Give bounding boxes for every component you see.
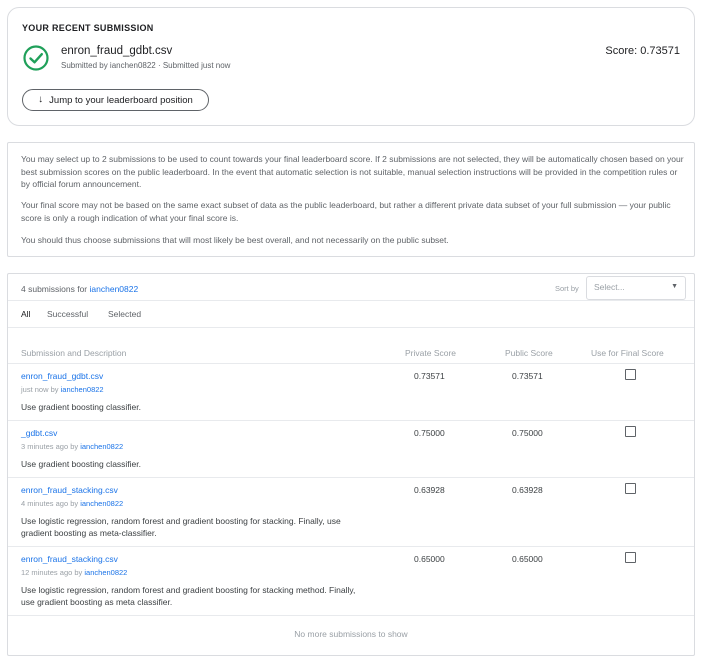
submission-file-link[interactable]: enron_fraud_gdbt.csv (21, 371, 103, 381)
private-score: 0.75000 (414, 428, 445, 438)
submission-file-link[interactable]: enron_fraud_stacking.csv (21, 554, 118, 564)
submission-user-link[interactable]: ianchen0822 (80, 442, 123, 451)
tab-selected[interactable]: Selected (108, 309, 141, 319)
private-score: 0.63928 (414, 485, 445, 495)
table-row: enron_fraud_stacking.csv 4 minutes ago b… (8, 477, 694, 546)
public-score: 0.65000 (512, 554, 543, 564)
sort-select[interactable]: Select... ▼ (586, 276, 686, 300)
success-check-icon (23, 45, 49, 71)
submission-score: Score: 0.73571 (605, 45, 680, 57)
submissions-count-label: 4 submissions for (21, 284, 88, 294)
submission-user-link[interactable]: ianchen0822 (84, 568, 127, 577)
info-paragraph-private: Your final score may not be based on the… (21, 200, 671, 223)
use-for-final-checkbox[interactable] (625, 369, 636, 380)
public-score: 0.73571 (512, 371, 543, 381)
table-row: _gdbt.csv 3 minutes ago by ianchen0822 U… (8, 420, 694, 477)
column-header-private-score: Private Score (405, 348, 457, 358)
table-row: enron_fraud_stacking.csv 12 minutes ago … (8, 546, 694, 615)
caret-down-icon: ▼ (671, 283, 678, 290)
private-score: 0.65000 (414, 554, 445, 564)
submission-user-link[interactable]: ianchen0822 (80, 499, 123, 508)
submission-file-link[interactable]: enron_fraud_stacking.csv (21, 485, 118, 495)
column-header-submission: Submission and Description (21, 348, 127, 358)
tab-successful[interactable]: Successful (47, 309, 88, 319)
divider (8, 615, 694, 616)
jump-to-leaderboard-button[interactable]: ↓ Jump to your leaderboard position (22, 89, 209, 111)
submission-time: 3 minutes ago by ianchen0822 (21, 442, 124, 451)
column-header-public-score: Public Score (505, 348, 553, 358)
submission-time: 4 minutes ago by ianchen0822 (21, 499, 124, 508)
recent-submission-card: YOUR RECENT SUBMISSION enron_fraud_gdbt.… (7, 7, 695, 126)
submission-time: just now by ianchen0822 (21, 385, 104, 394)
submission-time: 12 minutes ago by ianchen0822 (21, 568, 128, 577)
use-for-final-checkbox[interactable] (625, 552, 636, 563)
table-row: enron_fraud_gdbt.csv just now by ianchen… (8, 363, 694, 420)
final-score-info-card: You may select up to 2 submissions to be… (7, 142, 695, 257)
column-header-use-for-final: Use for Final Score (591, 348, 664, 358)
submission-meta: Submitted by ianchen0822 · Submitted jus… (61, 61, 231, 70)
private-score: 0.73571 (414, 371, 445, 381)
divider (8, 300, 694, 301)
submission-file-link[interactable]: _gdbt.csv (21, 428, 57, 438)
info-paragraph-selection: You may select up to 2 submissions to be… (21, 154, 684, 189)
submissions-card: 4 submissions for ianchen0822 Sort by Se… (7, 273, 695, 656)
recent-submission-heading: YOUR RECENT SUBMISSION (22, 23, 154, 33)
submission-description: Use logistic regression, random forest a… (21, 516, 341, 538)
submission-user-link[interactable]: ianchen0822 (61, 385, 104, 394)
submissions-count: 4 submissions for ianchen0822 (21, 284, 138, 294)
submission-description: Use gradient boosting classifier. (21, 402, 142, 412)
use-for-final-checkbox[interactable] (625, 426, 636, 437)
jump-button-label: Jump to your leaderboard position (49, 94, 193, 106)
info-paragraph-choose: You should thus choose submissions that … (21, 235, 449, 245)
submission-filename: enron_fraud_gdbt.csv (61, 45, 173, 57)
use-for-final-checkbox[interactable] (625, 483, 636, 494)
public-score: 0.63928 (512, 485, 543, 495)
no-more-submissions-text: No more submissions to show (294, 629, 408, 639)
sort-select-value: Select... (594, 282, 625, 292)
submission-description: Use logistic regression, random forest a… (21, 585, 356, 607)
arrow-down-icon: ↓ (38, 94, 44, 105)
submissions-user-link[interactable]: ianchen0822 (90, 284, 139, 294)
tab-all[interactable]: All (21, 309, 30, 319)
sort-by-label: Sort by (555, 284, 579, 293)
submission-description: Use gradient boosting classifier. (21, 459, 142, 469)
public-score: 0.75000 (512, 428, 543, 438)
divider (8, 327, 694, 328)
